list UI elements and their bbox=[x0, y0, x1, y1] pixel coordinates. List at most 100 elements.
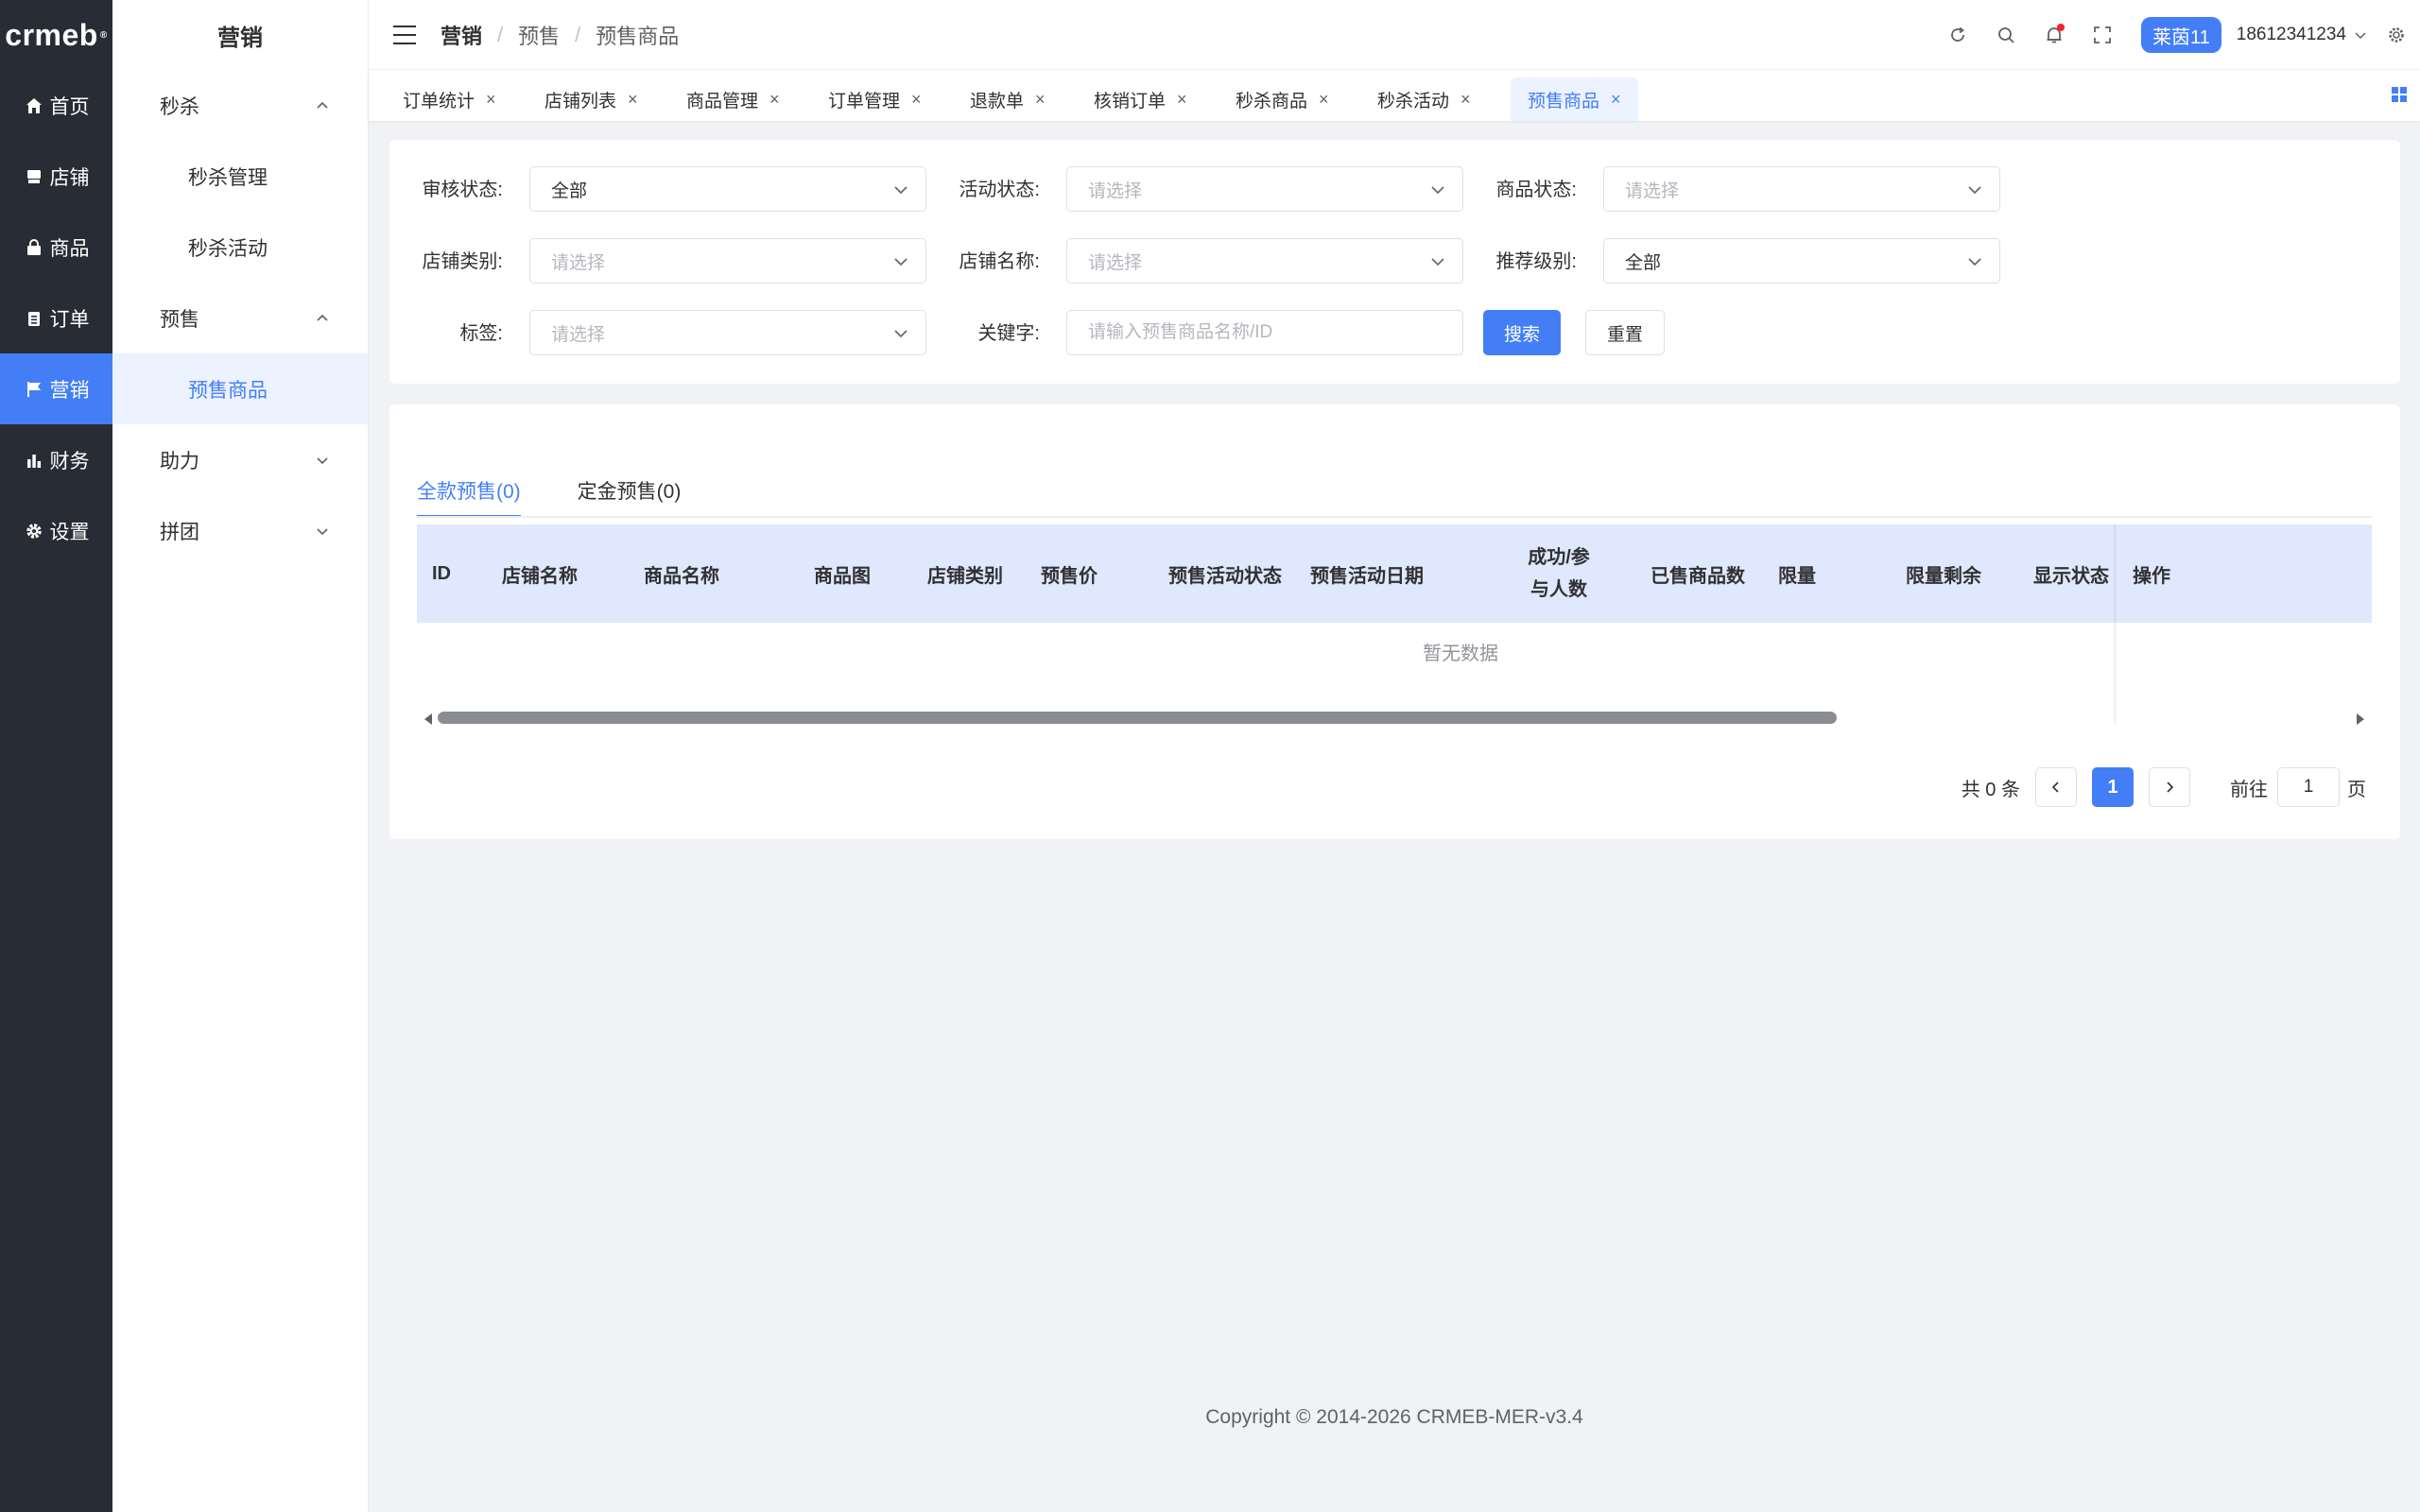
rail-item-order[interactable]: 订单 bbox=[0, 283, 112, 353]
submenu-group-label: 秒杀 bbox=[160, 95, 199, 118]
user-menu[interactable]: 18612341234 bbox=[2237, 25, 2367, 45]
close-icon[interactable]: × bbox=[1461, 90, 1471, 110]
rail-item-label: 订单 bbox=[49, 308, 90, 331]
tab-seckill-activity[interactable]: 秒杀活动 × bbox=[1360, 77, 1488, 121]
chevron-up-icon bbox=[317, 314, 328, 321]
tab-product-manage[interactable]: 商品管理 × bbox=[669, 77, 797, 121]
rail-item-marketing[interactable]: 营销 bbox=[0, 353, 112, 424]
store-badge[interactable]: 莱茵11 bbox=[2140, 17, 2221, 53]
activity-status-select[interactable]: 请选择 bbox=[1066, 166, 1463, 212]
breadcrumb: 营销 / 预售 / 预售商品 bbox=[441, 20, 679, 50]
prev-page-button[interactable] bbox=[2035, 767, 2077, 807]
tab-order-manage[interactable]: 订单管理 × bbox=[811, 77, 939, 121]
close-icon[interactable]: × bbox=[769, 90, 780, 110]
submenu-title: 营销 bbox=[217, 25, 263, 51]
scroll-right-arrow-icon[interactable] bbox=[2357, 713, 2364, 725]
tab-verify-order[interactable]: 核销订单 × bbox=[1077, 77, 1204, 121]
bell-icon[interactable] bbox=[2042, 23, 2066, 47]
scroll-left-arrow-icon[interactable] bbox=[424, 713, 432, 725]
scrollbar-thumb[interactable] bbox=[438, 712, 1837, 724]
flag-icon bbox=[24, 379, 44, 400]
close-icon[interactable]: × bbox=[486, 90, 496, 110]
recommend-level-label: 推荐级别: bbox=[1495, 251, 1577, 272]
submenu-group-groupbuy[interactable]: 拼团 bbox=[112, 495, 368, 566]
column-header: 预售活动状态 bbox=[1168, 565, 1282, 587]
grid-menu-icon[interactable] bbox=[2392, 87, 2407, 102]
audit-status-select[interactable]: 全部 bbox=[529, 166, 926, 212]
tab-label: 商品管理 bbox=[686, 91, 759, 112]
tag-select[interactable]: 请选择 bbox=[529, 310, 926, 355]
fixed-column-shadow bbox=[2114, 524, 2118, 725]
breadcrumb-item[interactable]: 预售 bbox=[518, 20, 560, 50]
main-nav-rail: crmeb ® 首页 店铺 商品 订单 营销 财务 设置 bbox=[0, 0, 112, 1512]
bag-icon bbox=[24, 237, 44, 258]
rail-item-store[interactable]: 店铺 bbox=[0, 141, 112, 212]
tab-full-payment-presale[interactable]: 全款预售(0) bbox=[417, 442, 521, 518]
column-header: 操作 bbox=[2133, 565, 2170, 587]
app-logo[interactable]: crmeb ® bbox=[0, 0, 112, 70]
breadcrumb-item[interactable]: 营销 bbox=[441, 20, 482, 50]
submenu-item-presale-products[interactable]: 预售商品 bbox=[112, 353, 368, 424]
select-placeholder: 请选择 bbox=[1088, 252, 1143, 273]
keyword-label: 关键字: bbox=[977, 323, 1040, 344]
column-header: 商品图 bbox=[814, 565, 871, 587]
horizontal-scrollbar[interactable] bbox=[417, 711, 2372, 726]
select-placeholder: 请选择 bbox=[1625, 180, 1680, 201]
close-icon[interactable]: × bbox=[628, 90, 638, 110]
close-icon[interactable]: × bbox=[1611, 90, 1621, 110]
next-page-button[interactable] bbox=[2149, 767, 2190, 807]
rail-item-home[interactable]: 首页 bbox=[0, 70, 112, 141]
tab-label: 退款单 bbox=[970, 91, 1025, 112]
chevron-down-icon bbox=[894, 258, 908, 266]
submenu-group-assist[interactable]: 助力 bbox=[112, 424, 368, 495]
tab-presale-products[interactable]: 预售商品 × bbox=[1511, 77, 1638, 121]
column-header: 已售商品数 bbox=[1651, 565, 1745, 587]
tab-deposit-presale[interactable]: 定金预售(0) bbox=[578, 442, 682, 518]
fullscreen-icon[interactable] bbox=[2090, 23, 2115, 47]
product-status-select[interactable]: 请选择 bbox=[1603, 166, 2000, 212]
search-button[interactable]: 搜索 bbox=[1483, 310, 1562, 355]
page-number-button[interactable]: 1 bbox=[2092, 767, 2134, 807]
submenu-group-presale[interactable]: 预售 bbox=[112, 283, 368, 353]
tab-refund[interactable]: 退款单 × bbox=[953, 77, 1063, 121]
goto-label: 前往 bbox=[2230, 779, 2268, 800]
tab-seckill-products[interactable]: 秒杀商品 × bbox=[1219, 77, 1346, 121]
submenu-item-seckill-activity[interactable]: 秒杀活动 bbox=[112, 212, 368, 283]
submenu-group-seckill[interactable]: 秒杀 bbox=[112, 70, 368, 141]
rail-item-label: 店铺 bbox=[49, 166, 90, 189]
recommend-level-select[interactable]: 全部 bbox=[1603, 238, 2000, 284]
column-header: 成功/参与人数 bbox=[1528, 547, 1590, 600]
close-icon[interactable]: × bbox=[1177, 90, 1187, 110]
goto-page-input[interactable] bbox=[2277, 767, 2340, 807]
refresh-icon[interactable] bbox=[1945, 23, 1970, 47]
reset-button[interactable]: 重置 bbox=[1585, 310, 1666, 355]
header-actions: 莱茵11 18612341234 bbox=[1922, 0, 2420, 70]
column-header: 店铺名称 bbox=[502, 565, 578, 587]
keyword-input[interactable] bbox=[1066, 310, 1463, 355]
product-status-label: 商品状态: bbox=[1495, 180, 1577, 200]
collapse-menu-icon[interactable] bbox=[393, 25, 416, 44]
search-icon[interactable] bbox=[1994, 23, 2018, 47]
rail-item-label: 财务 bbox=[49, 450, 90, 472]
select-placeholder: 请选择 bbox=[551, 324, 606, 345]
rail-item-settings[interactable]: 设置 bbox=[0, 495, 112, 566]
select-value: 全部 bbox=[1625, 252, 1662, 273]
chevron-down-icon bbox=[2355, 32, 2366, 40]
tab-order-stats[interactable]: 订单统计 × bbox=[386, 77, 513, 121]
tab-store-list[interactable]: 店铺列表 × bbox=[527, 77, 655, 121]
gear-icon bbox=[24, 521, 44, 541]
submenu-item-label: 预售商品 bbox=[188, 379, 268, 402]
close-icon[interactable]: × bbox=[1319, 90, 1329, 110]
submenu-item-seckill-manage[interactable]: 秒杀管理 bbox=[112, 141, 368, 212]
rail-item-product[interactable]: 商品 bbox=[0, 212, 112, 283]
rail-item-finance[interactable]: 财务 bbox=[0, 424, 112, 495]
settings-gear-icon[interactable] bbox=[2384, 23, 2409, 47]
rail-item-label: 设置 bbox=[49, 521, 90, 543]
store-name-select[interactable]: 请选择 bbox=[1066, 238, 1463, 284]
close-icon[interactable]: × bbox=[911, 90, 922, 110]
chevron-down-icon bbox=[1968, 186, 1981, 195]
close-icon[interactable]: × bbox=[1035, 90, 1046, 110]
store-type-select[interactable]: 请选择 bbox=[529, 238, 926, 284]
chevron-right-icon bbox=[2167, 782, 2174, 793]
rail-item-label: 商品 bbox=[49, 237, 90, 260]
